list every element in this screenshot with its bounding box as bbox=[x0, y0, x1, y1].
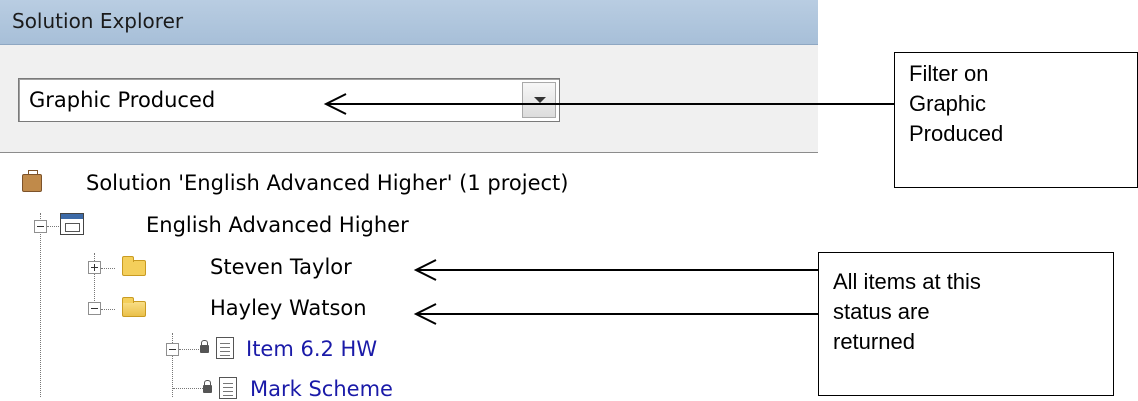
tree-connector bbox=[173, 388, 203, 389]
solution-tree: Solution 'English Advanced Higher' (1 pr… bbox=[0, 152, 818, 401]
lock-icon bbox=[203, 380, 212, 393]
tree-item-project[interactable]: English Advanced Higher bbox=[146, 213, 409, 237]
folder-icon bbox=[122, 256, 146, 276]
tree-connector bbox=[40, 213, 41, 397]
solution-briefcase-icon bbox=[22, 170, 42, 192]
filter-annotation-box: Filter on Graphic Produced bbox=[894, 52, 1138, 188]
annotation-line: All items at this bbox=[833, 269, 981, 294]
dropdown-arrow-button[interactable] bbox=[522, 82, 556, 118]
annotation-line: returned bbox=[833, 329, 915, 354]
panel-title: Solution Explorer bbox=[12, 9, 184, 33]
tree-item-solution[interactable]: Solution 'English Advanced Higher' (1 pr… bbox=[86, 171, 568, 195]
annotation-line: Graphic bbox=[909, 91, 987, 116]
filter-selected-value: Graphic Produced bbox=[29, 88, 216, 112]
tree-connector bbox=[101, 268, 115, 269]
expand-toggle-icon[interactable] bbox=[88, 261, 101, 274]
project-icon bbox=[60, 213, 84, 235]
open-folder-icon bbox=[122, 297, 146, 317]
document-icon bbox=[216, 337, 234, 359]
collapse-toggle-icon[interactable] bbox=[34, 220, 47, 233]
tree-item-document[interactable]: Item 6.2 HW bbox=[246, 337, 377, 361]
tree-item-folder[interactable]: Steven Taylor bbox=[210, 255, 352, 279]
annotation-line: status are bbox=[833, 299, 930, 324]
tree-connector bbox=[179, 349, 199, 350]
tree-connector bbox=[47, 226, 59, 227]
tree-item-folder[interactable]: Hayley Watson bbox=[210, 296, 367, 320]
solution-explorer-panel: Solution Explorer Graphic Produced Solut… bbox=[0, 0, 818, 401]
lock-icon bbox=[200, 340, 209, 353]
collapse-toggle-icon[interactable] bbox=[88, 302, 101, 315]
annotation-line: Filter on bbox=[909, 61, 989, 86]
collapse-toggle-icon[interactable] bbox=[166, 343, 179, 356]
annotation-line: Produced bbox=[909, 121, 1004, 146]
status-annotation-box: All items at this status are returned bbox=[818, 252, 1114, 396]
panel-titlebar: Solution Explorer bbox=[0, 0, 818, 45]
filter-dropdown[interactable]: Graphic Produced bbox=[18, 78, 560, 122]
tree-item-mark-scheme[interactable]: Mark Scheme bbox=[250, 377, 393, 401]
tree-connector bbox=[101, 309, 115, 310]
